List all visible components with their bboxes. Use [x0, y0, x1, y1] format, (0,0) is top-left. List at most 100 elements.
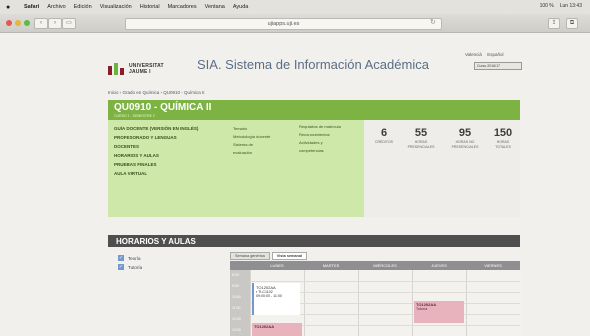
- menu-sistema-evaluacion-2[interactable]: evaluación: [233, 150, 270, 155]
- menu-archivo[interactable]: Archivo: [47, 4, 65, 10]
- menu-requisitos[interactable]: Requisitos de matrícula: [299, 124, 341, 129]
- stat-horas-no-presenciales: 95 HORAS NO PRESENCIALES: [448, 126, 482, 149]
- hour-label: 11:00: [232, 306, 241, 310]
- event-title: TO1202AA: [254, 324, 275, 329]
- day-header-martes: MARTES: [304, 261, 358, 270]
- language-switcher: Valencià Español: [465, 52, 507, 57]
- back-button[interactable]: ‹: [34, 18, 48, 29]
- legend-teoria[interactable]: ✓ Teoría: [118, 255, 142, 261]
- menu-temario[interactable]: Temario: [233, 126, 270, 131]
- schedule-event[interactable]: TO1202AA: [252, 323, 302, 336]
- menu-ayuda[interactable]: Ayuda: [233, 4, 249, 10]
- day-header-lunes: LUNES: [250, 261, 304, 270]
- battery-status[interactable]: 100 %: [540, 3, 554, 9]
- legend-tutoria[interactable]: ✓ Tutoría: [118, 264, 142, 270]
- close-window-button[interactable]: [6, 20, 12, 26]
- subject-title: QU0910 - QUÍMICA II: [114, 102, 212, 113]
- stat-label: HORAS PRESENCIALES: [407, 140, 435, 149]
- tabs-button[interactable]: ⧉: [566, 18, 578, 29]
- minimize-window-button[interactable]: [15, 20, 21, 26]
- stat-horas-totales: 150 HORAS TOTALES: [490, 126, 516, 149]
- menu-marcadores[interactable]: Marcadores: [168, 4, 197, 10]
- page-viewport: UNIVERSITAT JAUME I SIA. Sistema de Info…: [0, 33, 590, 336]
- menu-aula-virtual[interactable]: AULA VIRTUAL: [114, 171, 198, 176]
- clock[interactable]: Lun 13:43: [560, 3, 582, 9]
- menu-visualizacion[interactable]: Visualización: [100, 4, 132, 10]
- tab-semana-generica[interactable]: Semana genérica: [230, 252, 270, 260]
- app-title: SIA. Sistema de Información Académica: [197, 57, 429, 72]
- lang-valencia[interactable]: Valencià: [465, 52, 482, 57]
- subject-stats: 6 CRÉDITOS 55 HORAS PRESENCIALES 95 HORA…: [364, 120, 520, 217]
- stat-label: HORAS TOTALES: [495, 140, 511, 149]
- tab-vista-semanal[interactable]: Vista semanal: [271, 252, 308, 260]
- stat-label: CRÉDITOS: [374, 140, 394, 144]
- schedule-event[interactable]: TO1202AA ▪ TLC1102 09:00:00 - 11:00: [252, 283, 300, 315]
- schedule-legend: ✓ Teoría ✓ Tutoría: [118, 255, 142, 273]
- menu-sistema-evaluacion[interactable]: Sistema de: [233, 142, 270, 147]
- menu-competencias[interactable]: competencias: [299, 148, 341, 153]
- menu-safari[interactable]: Safari: [24, 4, 39, 10]
- menu-metodologia[interactable]: Metodología docente: [233, 134, 270, 139]
- legend-label: Tutoría: [128, 264, 143, 270]
- hour-label: 13:00: [232, 328, 241, 332]
- logo-bar: [108, 66, 112, 75]
- stat-value: 55: [414, 127, 428, 139]
- checkbox-icon[interactable]: ✓: [118, 264, 124, 270]
- hour-label: 8:00: [232, 273, 239, 277]
- event-type: Tutoría: [416, 307, 428, 311]
- menu-ventana[interactable]: Ventana: [205, 4, 225, 10]
- university-name: UNIVERSITAT JAUME I: [129, 63, 164, 75]
- stat-creditos: 6 CRÉDITOS: [372, 126, 396, 145]
- stat-horas-presenciales: 55 HORAS PRESENCIALES: [406, 126, 436, 149]
- hour-header: [230, 261, 250, 270]
- menu-pruebas-finales[interactable]: PRUEBAS FINALES: [114, 162, 198, 167]
- subject-subtitle: CURSO 1 - SEMESTRE 2: [114, 114, 155, 118]
- hour-gridline: [250, 281, 520, 282]
- section-title-text: HORARIOS Y AULAS: [116, 237, 196, 246]
- legend-label: Teoría: [128, 255, 141, 261]
- menu-docentes[interactable]: DOCENTES: [114, 144, 198, 149]
- stat-label: HORAS NO PRESENCIALES: [451, 140, 479, 149]
- hour-label: 9:00: [232, 284, 239, 288]
- event-time: 09:00:00 - 11:00: [256, 294, 282, 298]
- menu-guia-docente[interactable]: GUÍA DOCENTE (VERSIÓN EN INGLÉS): [114, 126, 198, 131]
- hour-label: 10:00: [232, 295, 241, 299]
- schedule-tabs: Semana genérica Vista semanal: [230, 252, 308, 260]
- browser-toolbar: ‹ › ▭ ujiapps.uji.es ↻ ⇪ ⧉: [0, 14, 590, 33]
- horarios-section-title: HORARIOS Y AULAS: [108, 235, 520, 247]
- stat-value: 150: [493, 127, 513, 139]
- menu-historial[interactable]: Historial: [140, 4, 160, 10]
- subject-header: QU0910 - QUÍMICA II CURSO 1 - SEMESTRE 2: [108, 100, 520, 120]
- sidebar-button[interactable]: ▭: [62, 18, 76, 29]
- hour-label: 12:00: [232, 317, 241, 321]
- weekly-schedule: LUNES MARTES MIÉRCOLES JUEVES VIERNES 8:…: [230, 261, 521, 336]
- schedule-event[interactable]: TO1202AA Tutoría: [414, 301, 464, 323]
- breadcrumb[interactable]: Inicio › Grado en Química › QU0910 - Quí…: [108, 90, 205, 95]
- day-header-miercoles: MIÉRCOLES: [358, 261, 412, 270]
- stat-value: 6: [380, 127, 388, 139]
- forward-button[interactable]: ›: [48, 18, 62, 29]
- hour-column: 8:00 9:00 10:00 11:00 12:00 13:00: [230, 270, 250, 336]
- lang-espanol[interactable]: Español: [487, 52, 503, 57]
- menu-edicion[interactable]: Edición: [74, 4, 92, 10]
- menu-reconocimientos[interactable]: Reconocimientos: [299, 132, 341, 137]
- address-bar[interactable]: ujiapps.uji.es: [125, 18, 442, 30]
- menu-profesorado[interactable]: PROFESORADO Y LENGUAS: [114, 135, 198, 140]
- logo-bar: [120, 68, 124, 75]
- zoom-window-button[interactable]: [24, 20, 30, 26]
- checkbox-icon[interactable]: ✓: [118, 255, 124, 261]
- university-name-line2: JAUME I: [129, 68, 151, 75]
- apple-menu-icon[interactable]: ●: [6, 4, 16, 11]
- subject-menu-panel: GUÍA DOCENTE (VERSIÓN EN INGLÉS) PROFESO…: [108, 120, 364, 217]
- stat-value: 95: [458, 127, 472, 139]
- menu-actividades[interactable]: Actividades y: [299, 140, 341, 145]
- uji-logo[interactable]: UNIVERSITAT JAUME I: [108, 63, 164, 75]
- course-select[interactable]: Curso 2016/17: [474, 62, 522, 70]
- menu-horarios[interactable]: HORARIOS Y AULAS: [114, 153, 198, 158]
- sia-page: UNIVERSITAT JAUME I SIA. Sistema de Info…: [100, 33, 522, 336]
- mac-menubar: ● Safari Archivo Edición Visualización H…: [0, 0, 590, 14]
- reload-icon[interactable]: ↻: [430, 18, 436, 26]
- logo-bar: [114, 63, 118, 75]
- day-header-viernes: VIERNES: [466, 261, 520, 270]
- share-button[interactable]: ⇪: [548, 18, 560, 29]
